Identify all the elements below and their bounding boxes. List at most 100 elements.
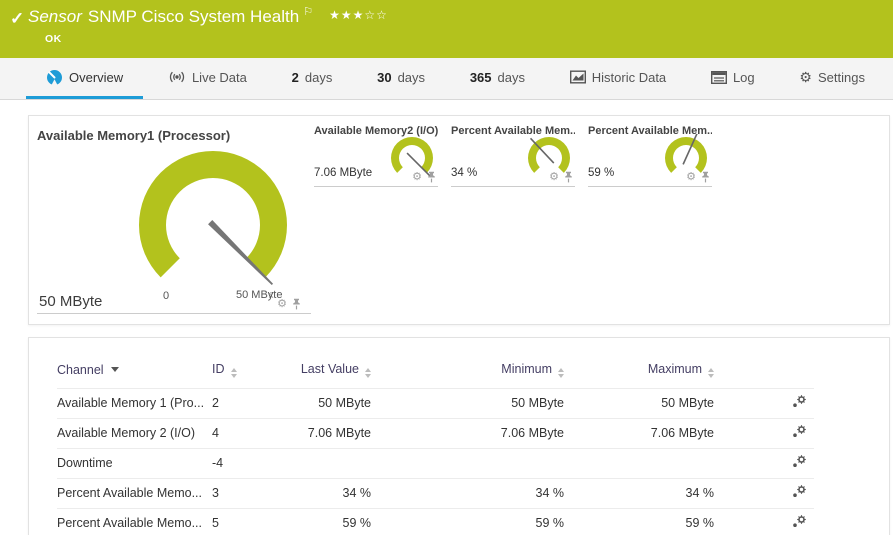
cell-id: 3	[212, 478, 299, 508]
tab-settings[interactable]: ⚙ Settings	[779, 58, 885, 99]
cell-channel: Available Memory 2 (I/O)	[57, 418, 212, 448]
tab-label: Historic Data	[592, 70, 666, 85]
cell-last-value: 7.06 MByte	[299, 418, 371, 448]
mini-gauge-block-3: Percent Available Mem...59 %⚙	[588, 125, 712, 187]
status-badge: OK	[45, 33, 62, 45]
channel-edit-icon[interactable]	[792, 455, 807, 471]
channel-edit-icon[interactable]	[792, 425, 807, 441]
column-header-last-value[interactable]: Last Value	[299, 360, 371, 388]
cell-maximum	[564, 448, 714, 478]
historic-chart-icon	[570, 70, 586, 84]
mini-gauge-block-2: Percent Available Mem...34 %⚙	[451, 125, 575, 187]
tab-label: days	[498, 70, 525, 85]
pin-icon[interactable]	[427, 171, 436, 183]
column-header-id[interactable]: ID	[212, 360, 299, 388]
channel-table: Channel ID Last Value Minimum Maximum Av…	[57, 360, 814, 535]
cell-last-value: 59 %	[299, 508, 371, 535]
stars-filled[interactable]: ★★★	[329, 8, 364, 22]
cell-id: 5	[212, 508, 299, 535]
gauge-scale-min: 0	[163, 290, 169, 302]
primary-gauge-block: Available Memory1 (Processor) x̄ 0 50 MB…	[37, 125, 311, 314]
table-row: Percent Available Memo...559 %59 %59 %	[57, 508, 814, 535]
cell-channel: Downtime	[57, 448, 212, 478]
tab-30-days[interactable]: 30 days	[357, 58, 445, 99]
sort-desc-icon	[111, 367, 119, 372]
cell-maximum: 34 %	[564, 478, 714, 508]
cell-id: 4	[212, 418, 299, 448]
cell-last-value	[299, 448, 371, 478]
primary-gauge-dial: x̄	[103, 125, 323, 303]
cell-minimum	[371, 448, 564, 478]
tab-label: Log	[733, 70, 755, 85]
gauge-scale-max: 50 MByte	[236, 289, 282, 301]
tab-label: Settings	[818, 70, 865, 85]
sensor-title: SNMP Cisco System Health	[88, 7, 299, 27]
cell-actions	[714, 388, 814, 418]
cell-minimum: 34 %	[371, 478, 564, 508]
cell-maximum: 50 MByte	[564, 388, 714, 418]
tab-number: 365	[470, 70, 492, 85]
tab-365-days[interactable]: 365 days	[450, 58, 545, 99]
cell-last-value: 50 MByte	[299, 388, 371, 418]
settings-gear-icon: ⚙	[799, 70, 812, 84]
pin-icon[interactable]	[701, 171, 710, 183]
pin-icon[interactable]	[292, 298, 301, 310]
sensor-header: ✓ Sensor SNMP Cisco System Health ⚐ ★★★☆…	[0, 0, 893, 58]
table-row: Available Memory 1 (Pro...250 MByte50 MB…	[57, 388, 814, 418]
gear-icon[interactable]: ⚙	[277, 299, 287, 310]
primary-gauge-actions: ⚙	[277, 298, 301, 310]
prtg-sensor-page: ✓ Sensor SNMP Cisco System Health ⚐ ★★★☆…	[0, 0, 893, 535]
cell-channel: Percent Available Memo...	[57, 478, 212, 508]
tab-bar: Overview Live Data 2 days 30 days 365 days Histo…	[0, 58, 893, 100]
mini-gauge-value: 34 %	[451, 167, 477, 179]
priority-flag-icon[interactable]: ⚐	[303, 5, 313, 18]
priority-stars[interactable]: ★★★☆☆	[329, 8, 388, 22]
pin-icon[interactable]	[564, 171, 573, 183]
channel-edit-icon[interactable]	[792, 515, 807, 531]
mini-gauge-block-1: Available Memory2 (I/O)7.06 MByte⚙	[314, 125, 438, 187]
mini-gauge-actions: ⚙	[686, 171, 710, 183]
sort-toggle-icon	[558, 368, 564, 378]
tab-label: days	[305, 70, 332, 85]
tab-live-data[interactable]: Live Data	[148, 58, 267, 99]
gear-icon[interactable]: ⚙	[686, 172, 696, 183]
gear-icon[interactable]: ⚙	[412, 172, 422, 183]
sort-toggle-icon	[365, 368, 371, 378]
table-row: Downtime-4	[57, 448, 814, 478]
tab-log[interactable]: Log	[691, 58, 775, 99]
column-header-maximum[interactable]: Maximum	[564, 360, 714, 388]
tab-overview[interactable]: Overview	[26, 58, 143, 99]
column-header-minimum[interactable]: Minimum	[371, 360, 564, 388]
cell-actions	[714, 418, 814, 448]
tab-2-days[interactable]: 2 days	[272, 58, 353, 99]
cell-channel: Percent Available Memo...	[57, 508, 212, 535]
cell-id: -4	[212, 448, 299, 478]
tab-number: 2	[292, 70, 299, 85]
mini-gauge-actions: ⚙	[549, 171, 573, 183]
tab-label: Live Data	[192, 70, 247, 85]
cell-minimum: 7.06 MByte	[371, 418, 564, 448]
cell-id: 2	[212, 388, 299, 418]
table-row: Available Memory 2 (I/O)47.06 MByte7.06 …	[57, 418, 814, 448]
tab-label: Overview	[69, 70, 123, 85]
log-icon	[711, 71, 727, 84]
column-header-channel[interactable]: Channel	[57, 360, 212, 388]
cell-actions	[714, 508, 814, 535]
cell-maximum: 7.06 MByte	[564, 418, 714, 448]
broadcast-icon	[168, 69, 186, 85]
cell-last-value: 34 %	[299, 478, 371, 508]
cell-actions	[714, 478, 814, 508]
mini-gauge-value: 7.06 MByte	[314, 167, 372, 179]
mini-gauges-row: Available Memory2 (I/O)7.06 MByte⚙Percen…	[314, 125, 712, 324]
cell-channel: Available Memory 1 (Pro...	[57, 388, 212, 418]
status-ok-check-icon: ✓	[10, 9, 24, 29]
table-header-row: Channel ID Last Value Minimum Maximum	[57, 360, 814, 388]
tab-label: days	[398, 70, 425, 85]
channel-edit-icon[interactable]	[792, 395, 807, 411]
tab-historic-data[interactable]: Historic Data	[550, 58, 686, 99]
channel-edit-icon[interactable]	[792, 485, 807, 501]
cell-minimum: 59 %	[371, 508, 564, 535]
stars-empty[interactable]: ☆☆	[364, 8, 388, 22]
tab-number: 30	[377, 70, 391, 85]
gear-icon[interactable]: ⚙	[549, 172, 559, 183]
